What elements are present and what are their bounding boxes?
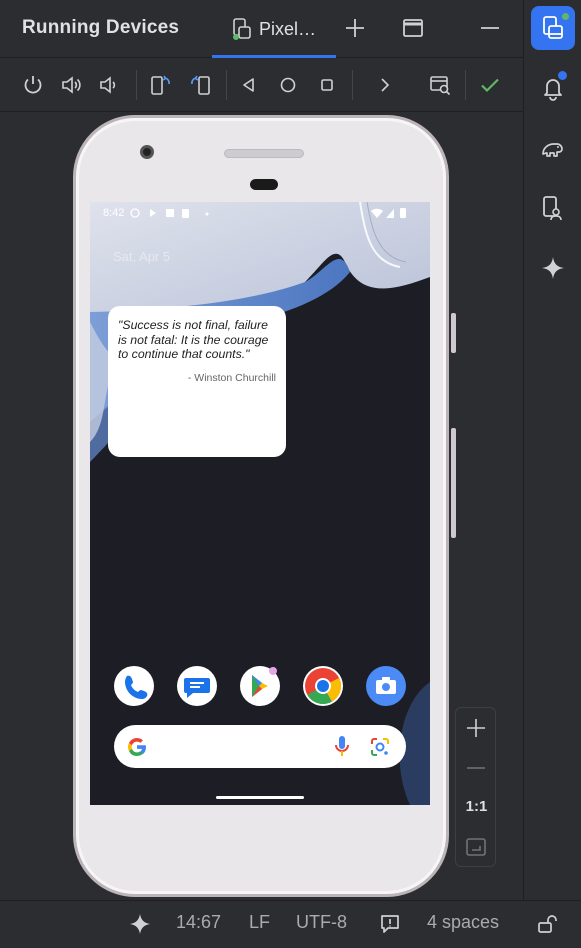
fit-screen-icon[interactable] — [464, 835, 488, 859]
gradle-elephant-icon — [542, 143, 563, 157]
indent-setting[interactable]: 4 spaces — [427, 912, 499, 933]
gemini-rail-button[interactable] — [531, 246, 575, 290]
pixel-phone-frame: 8:42 Sat, Apr 5 "Success is not final, f… — [73, 115, 456, 897]
zoom-out-icon[interactable] — [464, 756, 488, 780]
add-tab-icon[interactable] — [343, 16, 367, 40]
widget-quote-text: "Success is not final, failure is not fa… — [118, 318, 269, 361]
notifications-rail-button[interactable] — [531, 66, 575, 110]
camera-app[interactable] — [366, 666, 406, 706]
ide-status-bar: 14:67 LF UTF-8 4 spaces — [0, 900, 581, 948]
zoom-in-icon[interactable] — [464, 716, 488, 740]
power-icon[interactable] — [21, 73, 45, 97]
tab-pixel-device[interactable]: Pixel… — [212, 0, 336, 58]
app-dock — [114, 666, 410, 706]
home-icon[interactable] — [276, 73, 300, 97]
more-actions-chevron-icon[interactable] — [373, 73, 397, 97]
checkmark-icon[interactable] — [478, 73, 502, 97]
phone-screen[interactable]: 8:42 Sat, Apr 5 "Success is not final, f… — [90, 202, 430, 805]
caret-position[interactable]: 14:67 — [176, 912, 221, 933]
play-store-app[interactable] — [240, 666, 280, 706]
running-devices-rail-button[interactable] — [531, 6, 575, 50]
back-icon[interactable] — [237, 73, 261, 97]
quote-widget[interactable]: "Success is not final, failure is not fa… — [108, 306, 286, 457]
device-manager-rail-button[interactable] — [531, 186, 575, 230]
device-tab-icon — [233, 18, 251, 40]
minimize-icon[interactable] — [478, 16, 502, 40]
wifi-signal-battery-icons — [371, 208, 406, 218]
device-manager-icon — [543, 196, 562, 221]
chrome-icon — [305, 668, 341, 705]
notification-icons — [130, 208, 209, 218]
rotate-left-icon[interactable] — [149, 73, 173, 97]
toolbar-separator — [465, 70, 466, 100]
messages-icon — [184, 678, 210, 698]
tool-window-header: Running Devices Pixel… — [0, 0, 523, 58]
actual-size-button[interactable]: 1:1 — [456, 798, 497, 815]
volume-down-icon[interactable] — [97, 73, 121, 97]
volume-up-icon[interactable] — [59, 73, 83, 97]
at-a-glance-date[interactable]: Sat, Apr 5 — [113, 249, 170, 264]
front-camera — [140, 145, 154, 159]
gemini-sparkle-icon — [542, 257, 564, 279]
toolbar-separator — [352, 70, 353, 100]
earpiece-speaker — [224, 149, 304, 158]
google-logo-icon — [128, 738, 147, 756]
tab-label: Pixel… — [259, 19, 317, 39]
inspection-message-icon[interactable] — [379, 913, 401, 935]
notification-unread-dot — [558, 71, 567, 80]
device-toolbar — [0, 58, 523, 112]
line-separator[interactable]: LF — [249, 912, 270, 933]
notification-badge — [269, 667, 277, 675]
gesture-navigation-handle[interactable] — [216, 796, 304, 799]
messages-app[interactable] — [177, 666, 217, 706]
rotate-right-icon[interactable] — [188, 73, 212, 97]
layout-inspector-icon[interactable] — [428, 73, 452, 97]
microphone-icon[interactable] — [333, 735, 351, 759]
tool-window-title: Running Devices — [22, 17, 180, 38]
phone-side-button — [451, 313, 456, 353]
google-lens-icon[interactable] — [369, 736, 391, 758]
toolbar-separator — [136, 70, 137, 100]
camera-icon — [376, 677, 396, 694]
phone-app[interactable] — [114, 666, 154, 706]
right-tool-rail — [523, 0, 581, 900]
phone-status-bar: 8:42 — [90, 202, 430, 224]
gradle-rail-button[interactable] — [531, 126, 575, 170]
ai-assistant-sparkle-icon[interactable] — [129, 913, 151, 935]
toolbar-separator — [226, 70, 227, 100]
wallpaper — [90, 202, 430, 805]
phone-icon — [125, 675, 148, 699]
widget-quote-author: - Winston Churchill — [187, 371, 276, 384]
proximity-sensor — [250, 179, 278, 190]
running-devices-window: Running Devices Pixel… 8:42 Sat, Apr 5 "… — [0, 0, 581, 948]
window-options-icon[interactable] — [401, 16, 425, 40]
zoom-controls: 1:1 — [455, 707, 496, 867]
phone-volume-rocker — [451, 428, 456, 538]
file-encoding[interactable]: UTF-8 — [296, 912, 347, 933]
status-time: 8:42 — [103, 207, 125, 219]
chrome-app[interactable] — [303, 666, 343, 706]
overview-icon[interactable] — [315, 73, 339, 97]
google-search-bar[interactable] — [114, 725, 406, 768]
unlock-icon[interactable] — [536, 913, 558, 935]
device-online-indicator — [561, 12, 570, 21]
